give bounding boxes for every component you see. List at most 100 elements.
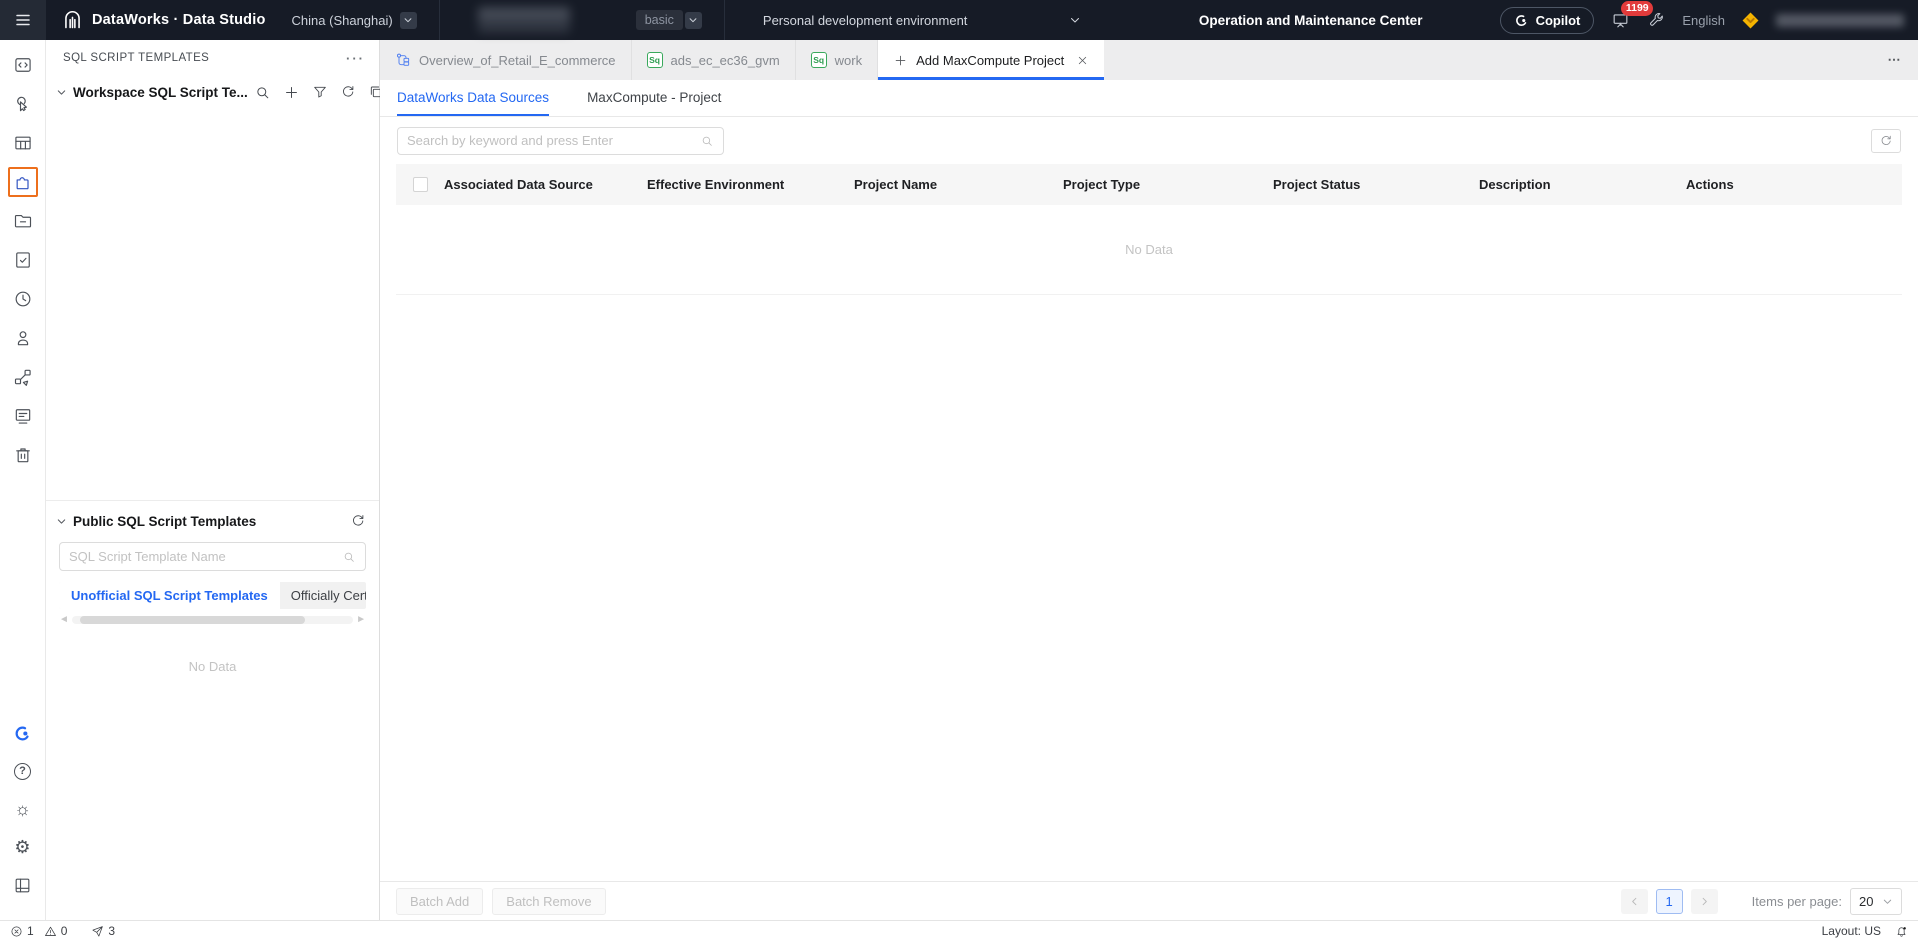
close-tab-icon[interactable] — [1076, 54, 1089, 67]
tabs-horizontal-scrollbar: ◄ ► — [59, 615, 366, 625]
items-per-page-value: 20 — [1859, 893, 1874, 909]
refresh-icon — [1881, 135, 1891, 145]
batch-add-button[interactable]: Batch Add — [396, 887, 484, 915]
subtab-dataworks-data-sources[interactable]: DataWorks Data Sources — [397, 80, 550, 116]
mode-selector[interactable]: basic — [635, 10, 702, 30]
region-selector[interactable]: China (Shanghai) — [292, 11, 417, 29]
column-header: Project Name — [854, 177, 938, 192]
notifications-button[interactable]: 1199 — [1611, 0, 1654, 30]
table-refresh-button[interactable] — [1871, 128, 1901, 153]
sidebar-item-settings[interactable]: ⚙ — [8, 832, 38, 862]
sidebar-item-members[interactable] — [8, 323, 38, 353]
tab-add-maxcompute-project[interactable]: Add MaxCompute Project — [878, 40, 1105, 80]
copilot-button[interactable]: Copilot — [1499, 6, 1595, 34]
statusbar-bell-button[interactable] — [1895, 925, 1908, 938]
search-button[interactable] — [254, 84, 271, 101]
copilot-label: Copilot — [1535, 12, 1581, 28]
sidebar-item-workflow[interactable] — [8, 362, 38, 392]
workflow-icon — [14, 369, 31, 386]
batch-remove-button[interactable]: Batch Remove — [492, 887, 606, 915]
current-page-button[interactable]: 1 — [1655, 888, 1683, 914]
product-logo: DataWorks · Data Studio — [62, 10, 266, 31]
add-template-button[interactable] — [283, 84, 300, 101]
prev-page-button[interactable] — [1620, 888, 1648, 914]
filter-button[interactable] — [312, 84, 328, 100]
tab-unofficial-templates[interactable]: Unofficial SQL Script Templates — [59, 582, 280, 609]
sidebar-item-tasks[interactable] — [8, 245, 38, 275]
topbar-right-group: Copilot 1199 English — [1499, 0, 1918, 34]
tab-label: ads_ec_ec36_gvm — [670, 52, 780, 68]
sent-tasks[interactable]: 3 — [91, 924, 115, 938]
product-name: DataWorks · Data Studio — [92, 12, 266, 28]
tab-ads-ec-ec36-gvm[interactable]: Sq ads_ec_ec36_gvm — [632, 40, 796, 80]
problems-errors[interactable]: 1 — [10, 924, 34, 938]
workspace-section-actions — [254, 84, 384, 101]
sidebar-item-sql-templates[interactable] — [7, 167, 38, 197]
datasource-subtabs: DataWorks Data Sources MaxCompute - Proj… — [380, 80, 1918, 117]
panel-title: SQL SCRIPT TEMPLATES — [63, 52, 210, 64]
sidebar-item-help[interactable]: ? — [8, 756, 38, 786]
sidebar-item-layout[interactable] — [8, 870, 38, 900]
sidebar-item-folders[interactable] — [8, 206, 38, 236]
sidebar-item-manual-trigger[interactable] — [8, 89, 38, 119]
template-search-box — [59, 542, 366, 571]
sidebar-item-history[interactable] — [8, 284, 38, 314]
select-all-checkbox[interactable] — [412, 177, 428, 192]
subtab-maxcompute-project[interactable]: MaxCompute - Project — [587, 80, 721, 116]
scrollbar-track[interactable] — [71, 616, 354, 624]
items-per-page-select[interactable]: 20 — [1850, 887, 1902, 915]
environment-selector[interactable]: Personal development environment — [749, 13, 1081, 28]
refresh-icon — [353, 515, 364, 526]
tab-official-templates[interactable]: Officially Certi — [280, 582, 366, 609]
sidebar-item-tables[interactable] — [8, 128, 38, 158]
column-header: Actions — [1686, 177, 1734, 192]
layout-indicator[interactable]: Layout: US — [1822, 924, 1881, 938]
topbar-divider — [723, 0, 725, 40]
column-header: Associated Data Source — [444, 177, 593, 192]
hamburger-menu-button[interactable] — [0, 0, 46, 40]
plus-icon — [285, 86, 297, 98]
collapse-chevron-icon[interactable] — [56, 87, 67, 98]
chevron-down-icon — [684, 11, 702, 29]
panel-no-data-text: No Data — [188, 659, 237, 674]
language-selector[interactable]: English — [1682, 13, 1725, 28]
bell-icon — [1897, 926, 1906, 937]
chevron-down-icon — [1882, 896, 1893, 907]
editor-tabbar: Overview_of_Retail_E_commerce Sq ads_ec_… — [380, 40, 1918, 80]
topbar: DataWorks · Data Studio China (Shanghai)… — [0, 0, 1918, 40]
help-icon: ? — [14, 762, 31, 780]
table-no-data-text: No Data — [396, 205, 1902, 295]
sidebar-item-copilot[interactable] — [8, 718, 38, 748]
scrollbar-thumb[interactable] — [80, 616, 306, 624]
sql-templates-panel: SQL SCRIPT TEMPLATES ··· Workspace SQL S… — [46, 40, 381, 920]
code-icon — [14, 58, 31, 72]
sidebar-item-notes[interactable] — [8, 401, 38, 431]
paper-plane-icon — [92, 925, 104, 936]
redacted-account-name[interactable] — [1776, 13, 1904, 27]
keyword-search-input[interactable] — [407, 133, 694, 148]
next-page-button[interactable] — [1690, 888, 1718, 914]
collapse-chevron-icon[interactable] — [56, 516, 67, 527]
rail-bottom-group: ? ☼ ⚙ — [8, 718, 38, 920]
refresh-icon — [342, 86, 354, 97]
scroll-right-icon[interactable]: ► — [356, 615, 366, 625]
chevron-left-icon — [1631, 897, 1637, 905]
panel-more-button[interactable]: ··· — [346, 51, 365, 66]
public-section-title: Public SQL Script Templates — [73, 513, 257, 529]
template-search-input[interactable] — [69, 549, 336, 564]
tab-work[interactable]: Sq work — [796, 40, 879, 80]
sidebar-item-recycle-bin[interactable] — [8, 440, 38, 470]
tab-overview-of-retail-e-commerce[interactable]: Overview_of_Retail_E_commerce — [380, 40, 632, 80]
problems-warnings[interactable]: 0 — [44, 924, 67, 938]
tabbar-more-button[interactable]: ⋯ — [1872, 40, 1918, 80]
refresh-button[interactable] — [350, 513, 366, 529]
mode-badge: basic — [635, 10, 683, 30]
operation-maintenance-center-link[interactable]: Operation and Maintenance Center — [1199, 13, 1423, 28]
sidebar-item-theme[interactable]: ☼ — [8, 794, 38, 824]
member-level-icon[interactable] — [1742, 12, 1759, 29]
refresh-button[interactable] — [340, 84, 356, 100]
redacted-workspace[interactable] — [477, 7, 570, 33]
scroll-left-icon[interactable]: ◄ — [59, 615, 69, 625]
trigger-icon — [16, 96, 27, 112]
sidebar-item-code[interactable] — [8, 50, 38, 80]
